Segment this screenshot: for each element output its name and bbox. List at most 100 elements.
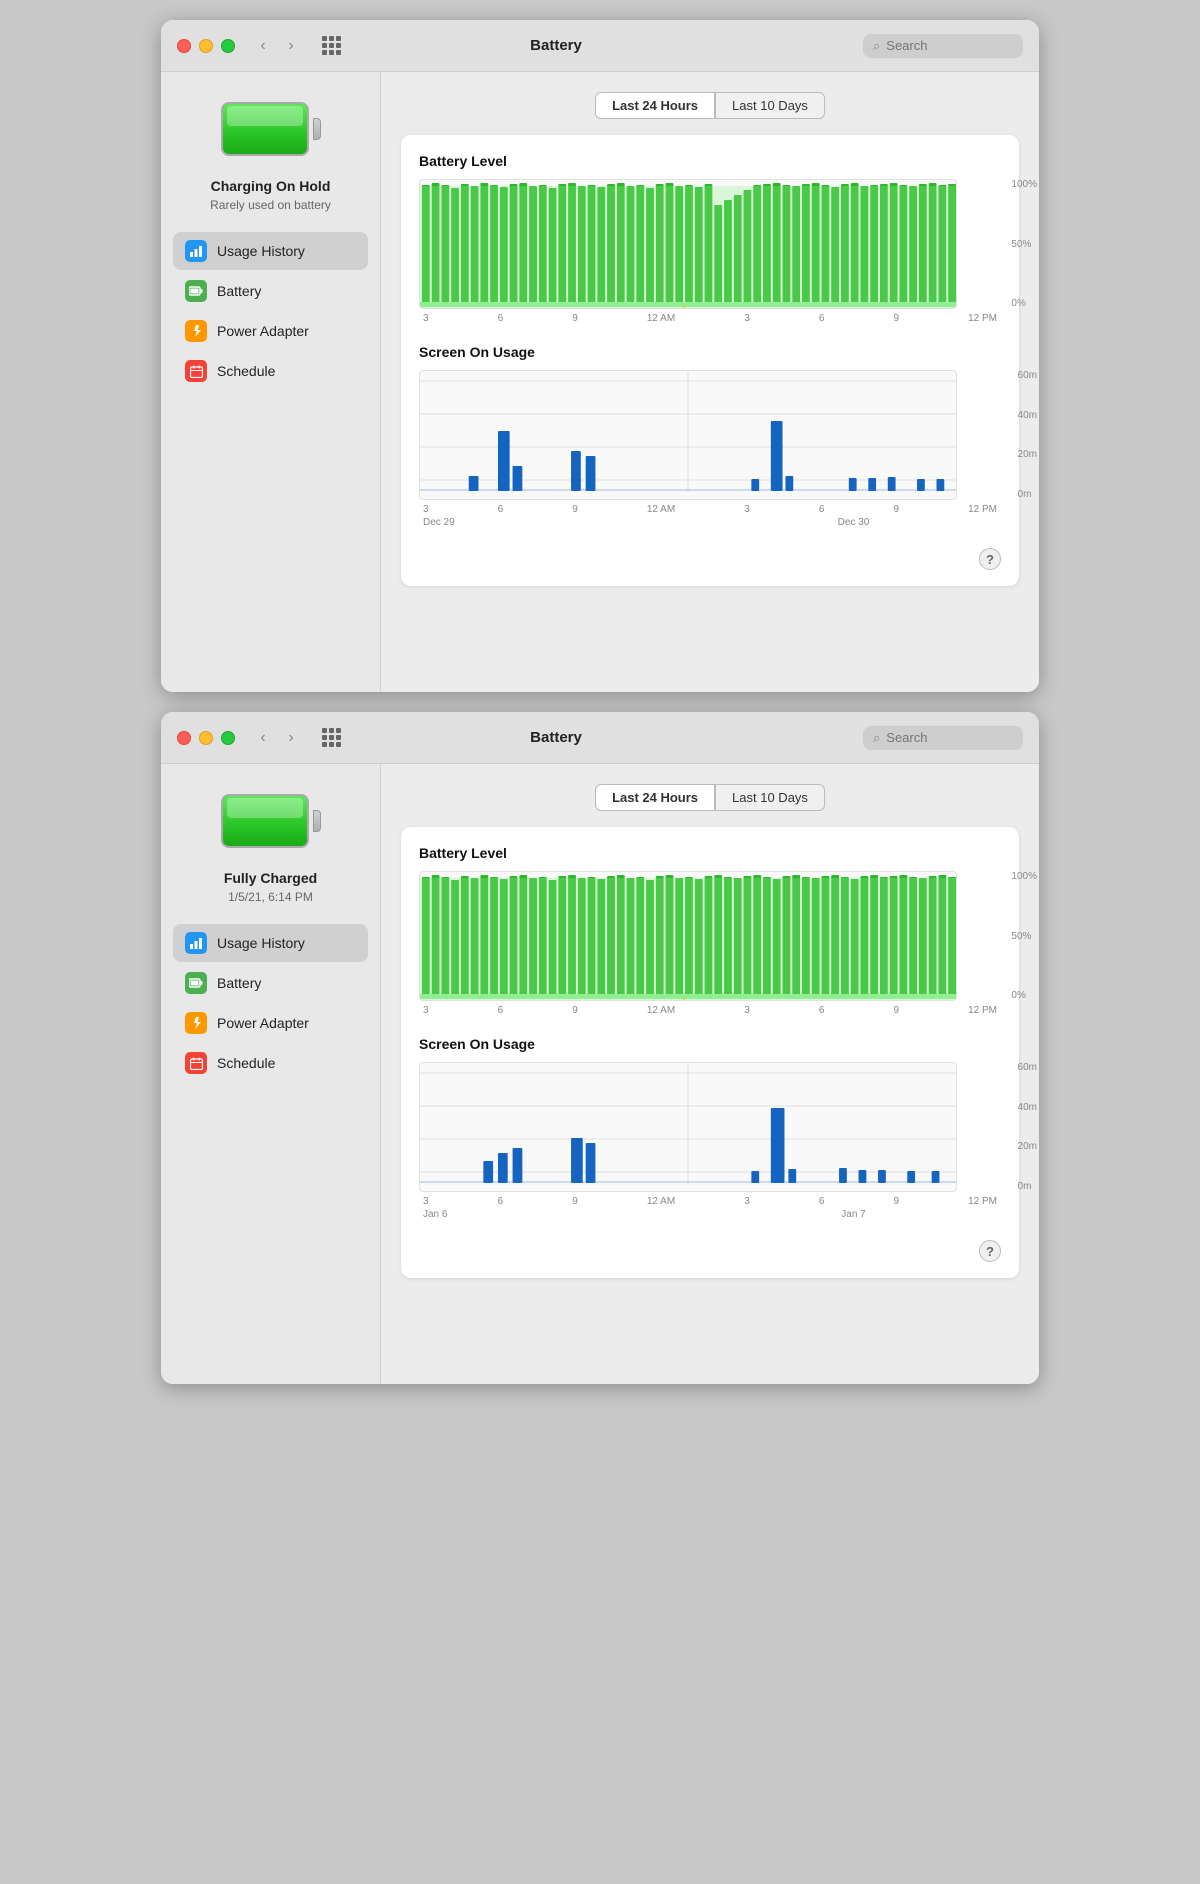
traffic-lights-2 (177, 731, 235, 745)
tab-bar-1: Last 24 Hours Last 10 Days (401, 92, 1019, 119)
usage-history-icon-1 (185, 240, 207, 262)
screen-y-labels-2: 60m 40m 20m 0m (1018, 1062, 1037, 1192)
battery-x-labels-1: 36912 AM36912 PM (419, 309, 1001, 324)
date-label-left-1: Dec 29 (423, 517, 710, 528)
battery-sheen-1 (227, 106, 303, 126)
main-content-1: Last 24 Hours Last 10 Days Battery Level (381, 72, 1039, 692)
battery-x-labels-2: 36912 AM36912 PM (419, 1001, 1001, 1016)
date-label-left-2: Jan 6 (423, 1209, 710, 1220)
sidebar-label-battery-2: Battery (217, 975, 261, 991)
sidebar-item-schedule-1[interactable]: Schedule (173, 352, 368, 390)
screen-usage-chart-1: Screen On Usage (419, 344, 1001, 528)
screen-bars-svg-2 (420, 1063, 956, 1192)
battery-green-area-2 (420, 878, 956, 1000)
sidebar-label-battery-1: Battery (217, 283, 261, 299)
screen-chart-inner-1 (419, 370, 957, 500)
battery-chart-inner-1: ⚡ (419, 179, 957, 309)
battery-chart-wrapper-2: ⚡ 100% 50% 0% (419, 871, 1001, 1001)
minimize-button-2[interactable] (199, 731, 213, 745)
search-input-1[interactable] (886, 38, 1013, 53)
battery-nav-icon-1 (185, 280, 207, 302)
window-body-1: Charging On Hold Rarely used on battery … (161, 72, 1039, 692)
search-input-2[interactable] (886, 730, 1013, 745)
help-btn-area-1: ? (419, 548, 1001, 570)
tab-10days-1[interactable]: Last 10 Days (715, 92, 825, 119)
battery-sheen-2 (227, 798, 303, 818)
battery-terminal-2 (313, 810, 321, 832)
chart-container-2: Battery Level (401, 827, 1019, 1278)
battery-chart-wrapper-1: ⚡ 100% 50% 0% (419, 179, 1001, 309)
screen-bars-svg-1 (420, 371, 956, 500)
search-icon-2: ⌕ (873, 730, 880, 746)
sidebar-2: Fully Charged 1/5/21, 6:14 PM Usage Hist… (161, 764, 381, 1384)
battery-status-title-2: Fully Charged (224, 870, 317, 886)
battery-chart-title-1: Battery Level (419, 153, 1001, 169)
sidebar-item-battery-1[interactable]: Battery (173, 272, 368, 310)
screen-chart-inner-2 (419, 1062, 957, 1192)
close-button-1[interactable] (177, 39, 191, 53)
sidebar-label-power-2: Power Adapter (217, 1015, 309, 1031)
battery-green-area-1 (420, 186, 956, 308)
sidebar-item-usage-history-1[interactable]: Usage History (173, 232, 368, 270)
date-labels-2: Jan 6 Jan 7 (419, 1207, 1001, 1220)
close-button-2[interactable] (177, 731, 191, 745)
help-button-2[interactable]: ? (979, 1240, 1001, 1262)
titlebar-1: ‹ › Battery ⌕ (161, 20, 1039, 72)
sidebar-item-battery-2[interactable]: Battery (173, 964, 368, 1002)
help-btn-area-2: ? (419, 1240, 1001, 1262)
search-bar-1[interactable]: ⌕ (863, 34, 1023, 58)
battery-y-labels-2: 100% 50% 0% (1011, 871, 1037, 1001)
power-icon-2 (185, 1012, 207, 1034)
maximize-button-1[interactable] (221, 39, 235, 53)
battery-icon-container-2 (221, 794, 321, 854)
titlebar-2: ‹ › Battery ⌕ (161, 712, 1039, 764)
minimize-button-1[interactable] (199, 39, 213, 53)
tab-24hours-2[interactable]: Last 24 Hours (595, 784, 715, 811)
battery-chart-title-2: Battery Level (419, 845, 1001, 861)
sidebar-label-usage-1: Usage History (217, 243, 305, 259)
date-label-right-1: Dec 30 (710, 517, 997, 528)
sidebar-item-usage-history-2[interactable]: Usage History (173, 924, 368, 962)
help-button-1[interactable]: ? (979, 548, 1001, 570)
sidebar-nav-2: Usage History Battery (161, 924, 380, 1082)
battery-visual-1 (221, 102, 309, 156)
tab-24hours-1[interactable]: Last 24 Hours (595, 92, 715, 119)
search-icon-1: ⌕ (873, 38, 880, 54)
sidebar-item-power-1[interactable]: Power Adapter (173, 312, 368, 350)
battery-level-chart-1: Battery Level (419, 153, 1001, 324)
battery-status-sub-1: Rarely used on battery (210, 198, 331, 212)
schedule-icon-2 (185, 1052, 207, 1074)
battery-nav-icon-2 (185, 972, 207, 994)
battery-chart-inner-2: ⚡ (419, 871, 957, 1001)
battery-visual-2 (221, 794, 309, 848)
date-labels-1: Dec 29 Dec 30 (419, 515, 1001, 528)
chart-container-1: Battery Level (401, 135, 1019, 586)
sidebar-label-power-1: Power Adapter (217, 323, 309, 339)
screen-x-labels-1: 36912 AM36912 PM (419, 500, 1001, 515)
battery-y-labels-1: 100% 50% 0% (1011, 179, 1037, 309)
sidebar-item-schedule-2[interactable]: Schedule (173, 1044, 368, 1082)
traffic-lights-1 (177, 39, 235, 53)
tab-bar-2: Last 24 Hours Last 10 Days (401, 784, 1019, 811)
window-2: ‹ › Battery ⌕ (161, 712, 1039, 1384)
sidebar-nav-1: Usage History Battery (161, 232, 380, 390)
tab-10days-2[interactable]: Last 10 Days (715, 784, 825, 811)
usage-history-icon-2 (185, 932, 207, 954)
screen-chart-title-1: Screen On Usage (419, 344, 1001, 360)
battery-icon-container-1 (221, 102, 321, 162)
maximize-button-2[interactable] (221, 731, 235, 745)
battery-status-title-1: Charging On Hold (211, 178, 331, 194)
sidebar-label-schedule-2: Schedule (217, 1055, 275, 1071)
sidebar-label-schedule-1: Schedule (217, 363, 275, 379)
screen-chart-title-2: Screen On Usage (419, 1036, 1001, 1052)
window-title-2: Battery (259, 729, 853, 746)
sidebar-item-power-2[interactable]: Power Adapter (173, 1004, 368, 1042)
window-title-1: Battery (259, 37, 853, 54)
screen-x-labels-2: 36912 AM36912 PM (419, 1192, 1001, 1207)
battery-status-sub-2: 1/5/21, 6:14 PM (228, 890, 313, 904)
screen-y-labels-1: 60m 40m 20m 0m (1018, 370, 1037, 500)
sidebar-label-usage-2: Usage History (217, 935, 305, 951)
power-icon-1 (185, 320, 207, 342)
search-bar-2[interactable]: ⌕ (863, 726, 1023, 750)
screen-chart-wrapper-1: 60m 40m 20m 0m (419, 370, 1001, 500)
